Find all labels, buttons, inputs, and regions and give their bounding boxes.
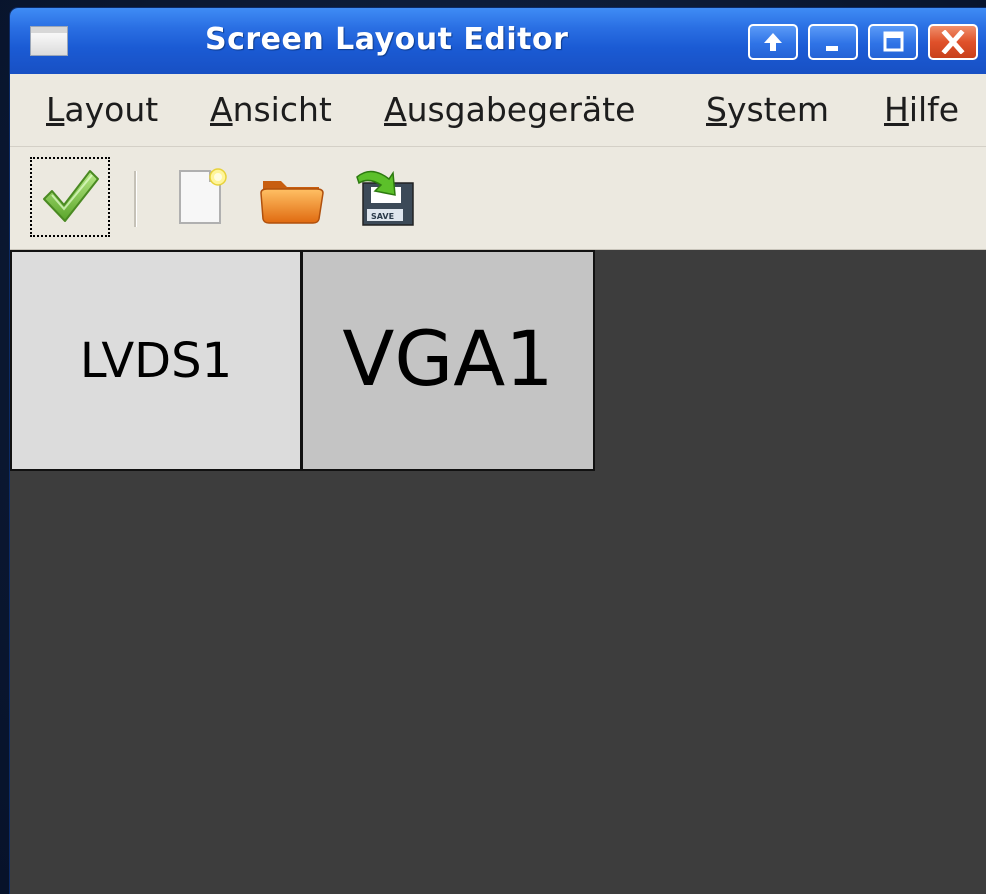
menu-hilfe-label: ilfe (908, 90, 960, 129)
svg-text:SAVE: SAVE (371, 212, 394, 221)
menu-ansicht-mnemonic: A (210, 90, 233, 129)
rollup-button[interactable] (748, 24, 798, 60)
minimize-icon (826, 46, 838, 51)
menu-ausgabegeraete[interactable]: Ausgabegeräte (384, 90, 635, 129)
monitor-vga1[interactable]: VGA1 (301, 250, 595, 471)
menu-ausgabegeraete-label: usgabegeräte (406, 90, 636, 129)
menu-hilfe-mnemonic: H (884, 90, 909, 129)
menu-ansicht-label: nsicht (232, 90, 332, 129)
menu-layout-mnemonic: L (46, 90, 65, 129)
menu-ansicht[interactable]: Ansicht (210, 90, 332, 129)
new-document-icon (179, 168, 227, 224)
layout-canvas[interactable]: LVDS1 VGA1 (10, 250, 986, 894)
toolbar-separator (134, 171, 137, 227)
maximize-button[interactable] (868, 24, 918, 60)
window-menu-icon[interactable] (30, 26, 68, 56)
menu-system-label: ystem (726, 90, 830, 129)
screen-layout-editor-window: Screen Layout Editor Layout Ansicht Ausg… (10, 8, 986, 894)
menu-layout-label: ayout (64, 90, 159, 129)
menu-system-mnemonic: S (706, 90, 727, 129)
monitor-lvds1[interactable]: LVDS1 (10, 250, 302, 471)
toolbar: SAVE (10, 147, 986, 250)
apply-checkmark-icon (43, 170, 99, 222)
monitor-lvds1-label: LVDS1 (79, 332, 233, 389)
monitor-vga1-label: VGA1 (342, 314, 554, 403)
save-as-button[interactable]: SAVE (344, 157, 424, 237)
open-folder-icon (260, 181, 324, 224)
menu-bar: Layout Ansicht Ausgabegeräte System Hilf… (10, 74, 986, 147)
close-icon (941, 30, 965, 54)
menu-system[interactable]: System (706, 90, 829, 129)
minimize-button[interactable] (808, 24, 858, 60)
save-as-icon: SAVE (356, 170, 414, 226)
open-layout-button[interactable] (252, 157, 332, 237)
menu-hilfe[interactable]: Hilfe (884, 90, 959, 129)
apply-button[interactable] (30, 157, 110, 237)
window-title: Screen Layout Editor (205, 22, 569, 57)
new-layout-button[interactable] (160, 157, 240, 237)
rollup-icon (764, 33, 782, 51)
menu-layout[interactable]: Layout (46, 90, 158, 129)
title-bar[interactable]: Screen Layout Editor (10, 8, 986, 74)
maximize-icon (883, 31, 904, 52)
close-button[interactable] (928, 24, 978, 60)
menu-ausgabegeraete-mnemonic: A (384, 90, 407, 129)
desktop-background: Screen Layout Editor Layout Ansicht Ausg… (0, 0, 986, 894)
